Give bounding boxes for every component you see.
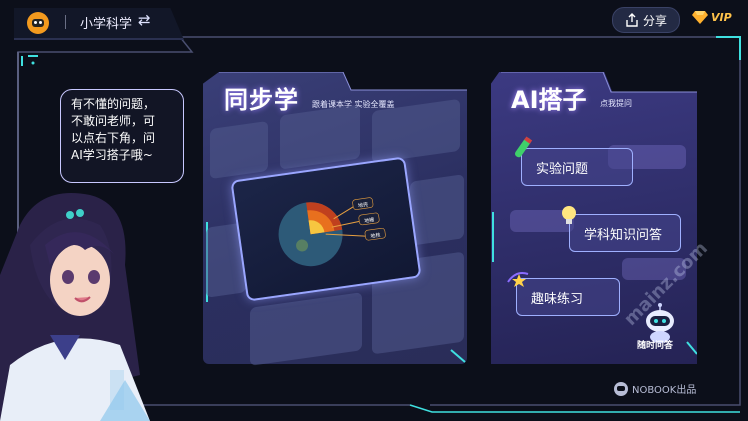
nobook-logo-icon [614, 381, 628, 396]
button-label: 趣味练习 [531, 291, 584, 307]
share-icon [626, 13, 638, 27]
vip-label: VIP [711, 10, 732, 24]
test-tube-icon [514, 136, 533, 158]
tab-divider [65, 15, 66, 29]
experiment-thumbnail[interactable] [210, 120, 268, 180]
earth-globe-icon: 地壳 地幔 地核 [278, 197, 386, 267]
button-label: 实验问题 [536, 161, 589, 177]
earth-label: 地核 [370, 232, 381, 240]
earth-label: 地幔 [364, 216, 375, 224]
share-label: 分享 [642, 13, 667, 28]
star-icon [507, 272, 529, 287]
subject-title: 小学科学 [80, 17, 133, 32]
speech-bubble: 有不懂的问题， 不敢问老师，可 以点右下角，问 AI学习搭子哦~ [60, 89, 184, 183]
robot-label: 随时问答 [637, 341, 674, 351]
experiment-question-button[interactable]: 实验问题 [521, 148, 633, 186]
earth-label: 地壳 [358, 201, 369, 209]
footer-brand: NOBOOK出品 [614, 381, 696, 396]
experiment-thumbnail[interactable] [280, 104, 360, 170]
button-label: 学科知识问答 [584, 227, 663, 243]
character-illustration [0, 193, 150, 421]
earth-structure-card[interactable]: 地壳 地幔 地核 [230, 156, 422, 302]
footer-brand-label: NOBOOK出品 [632, 385, 697, 396]
swap-icon[interactable]: ⇄ [138, 11, 151, 29]
nobook-logo-icon[interactable] [27, 12, 49, 34]
share-button[interactable]: 分享 [612, 7, 680, 33]
experiment-thumbnail[interactable] [410, 174, 464, 246]
knowledge-qa-button[interactable]: 学科知识问答 [569, 214, 681, 252]
lightbulb-icon [562, 206, 576, 224]
ai-title: AI搭子 [511, 86, 587, 114]
sync-title: 同步学 [224, 86, 299, 114]
diamond-icon [692, 11, 708, 24]
bubble-ai-text: AI学习搭子哦~ [71, 148, 153, 162]
ai-subtitle: 点我提问 [600, 99, 632, 108]
vip-badge[interactable]: VIP [692, 10, 732, 24]
bubble-text: 有不懂的问题， 不敢问老师，可 以点右下角，问 [71, 97, 156, 145]
